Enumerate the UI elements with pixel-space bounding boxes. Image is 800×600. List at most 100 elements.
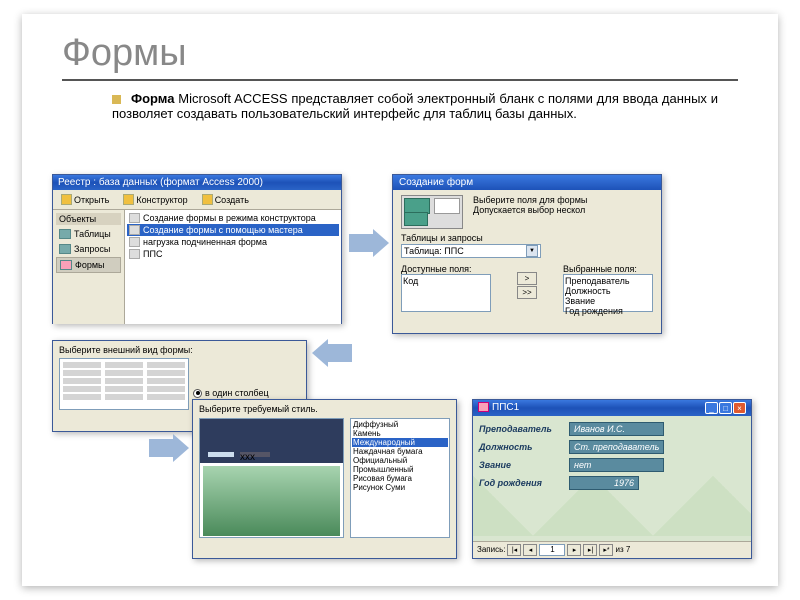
list-item: Должность [565,286,651,296]
list-item: Код [403,276,489,286]
wizard-title: Создание форм [393,175,661,190]
wizard-illustration [401,195,463,229]
minimize-icon[interactable]: _ [705,402,718,414]
nav-new-button[interactable]: ▸* [599,544,613,556]
chosen-col: Выбранные поля: Преподаватель Должность … [563,262,653,312]
open-button[interactable]: Открыть [57,192,113,207]
list-item: Рисовая бумага [352,474,448,483]
list-item[interactable]: Создание формы с помощью мастера [127,224,339,236]
form-row: Должность Ст. преподаватель [479,440,745,454]
radio-icon [193,389,202,398]
field-value[interactable]: Ст. преподаватель [569,440,664,454]
style-head: Выберите требуемый стиль. [193,400,456,414]
design-icon [123,194,134,205]
design-label: Конструктор [136,195,187,205]
sidebar-item-forms[interactable]: Формы [56,257,121,273]
wizard-top: Выберите поля для формы Допускается выбо… [401,195,653,229]
list-item: Камень [352,429,448,438]
chosen-list[interactable]: Преподаватель Должность Звание Год рожде… [563,274,653,312]
create-button[interactable]: Создать [198,192,253,207]
field-value[interactable]: Иванов И.С. [569,422,664,436]
nav-last-button[interactable]: ▸| [583,544,597,556]
db-list: Создание формы в режима конструктора Соз… [125,210,341,324]
wizard-hint: Выберите поля для формы Допускается выбо… [473,195,653,229]
body-rest: Microsoft ACCESS представляет собой элек… [112,91,718,121]
list-item: Официальный [352,456,448,465]
form-wizard-window: Создание форм Выберите поля для формы До… [392,174,662,334]
wizard-columns: Доступные поля: Код > >> Выбранные поля:… [401,262,653,312]
form-titlebar: ППС1 _□× [473,400,751,416]
create-label: Создать [215,195,249,205]
form-result-window: ППС1 _□× Преподаватель Иванов И.С. Должно… [472,399,752,559]
db-toolbar: Открыть Конструктор Создать [53,190,341,210]
list-item: Рисунок Суми [352,483,448,492]
sidebar-label: Запросы [74,244,110,254]
field-value[interactable]: нет [569,458,664,472]
list-item[interactable]: ППС [127,248,339,260]
hint-line: Допускается выбор нескол [473,205,653,215]
wizard-icon [129,213,140,223]
nav-current[interactable]: 1 [539,544,565,556]
field-value[interactable]: 1976 [569,476,639,490]
sidebar-label: Формы [75,260,105,270]
add-all-button[interactable]: >> [517,286,537,299]
nav-first-button[interactable]: |◂ [507,544,521,556]
arrow-icon [149,434,189,462]
list-label: ППС [143,249,162,259]
nav-label: Запись: [477,545,505,554]
list-item: Преподаватель [565,276,651,286]
style-window: Выберите требуемый стиль. xxx Диффузный … [192,399,457,559]
available-col: Доступные поля: Код [401,262,491,312]
style-body: xxx Диффузный Камень Международный Нажда… [193,414,456,555]
form-row: Год рождения1976 [479,476,745,490]
open-label: Открыть [74,195,109,205]
transfer-buttons: > >> [517,272,537,312]
wizard-body: Выберите поля для формы Допускается выбо… [393,190,661,331]
list-item[interactable]: Создание формы в режима конструктора [127,212,339,224]
available-list[interactable]: Код [401,274,491,312]
field-label: Звание [479,460,561,470]
sidebar-item-queries[interactable]: Запросы [56,242,121,256]
form-row: Звание нет [479,458,745,472]
appearance-title: Выберите внешний вид формы: [59,345,300,355]
add-one-button[interactable]: > [517,272,537,285]
table-select[interactable]: Таблица: ППС▼ [401,244,541,258]
arrow-icon [349,229,389,257]
nav-prev-button[interactable]: ◂ [523,544,537,556]
bullet-icon [112,95,121,104]
title-area: Формы [62,32,738,81]
form-icon [478,402,489,412]
tables-icon [59,229,71,239]
hint-line: Выберите поля для формы [473,195,653,205]
field-label: Должность [479,442,561,452]
forms-icon [60,260,72,270]
field-label: Преподаватель [479,424,561,434]
close-icon[interactable]: × [733,402,746,414]
chevron-down-icon: ▼ [526,245,538,257]
list-item: Наждачная бумага [352,447,448,456]
create-icon [202,194,213,205]
body-bold: Форма [131,91,174,106]
list-item: Международный [352,438,448,447]
wizard-icon [129,225,140,235]
record-navigator: Запись: |◂ ◂ 1 ▸ ▸| ▸* из 7 [473,541,751,557]
form-icon [129,237,140,247]
list-label: Создание формы в режима конструктора [143,213,316,223]
slide: Формы Форма Microsoft ACCESS представляе… [22,14,778,586]
design-button[interactable]: Конструктор [119,192,191,207]
sidebar-item-tables[interactable]: Таблицы [56,227,121,241]
sidebar-header: Объекты [56,213,121,225]
style-preview: xxx [199,418,344,538]
list-item[interactable]: нагрузка подчиненная форма [127,236,339,248]
db-body: Объекты Таблицы Запросы Формы Создание ф… [53,210,341,324]
avail-label: Доступные поля: [401,264,491,274]
db-title: Реестр : база данных (формат Access 2000… [58,177,263,188]
form-body: Преподаватель Иванов И.С. Должность Ст. пр… [473,416,751,557]
slide-title: Формы [62,32,738,75]
form-icon [129,249,140,259]
style-list[interactable]: Диффузный Камень Международный Наждачная… [350,418,450,538]
nav-next-button[interactable]: ▸ [567,544,581,556]
maximize-icon[interactable]: □ [719,402,732,414]
db-sidebar: Объекты Таблицы Запросы Формы [53,210,125,324]
radio-label: в один столбец [205,388,269,398]
